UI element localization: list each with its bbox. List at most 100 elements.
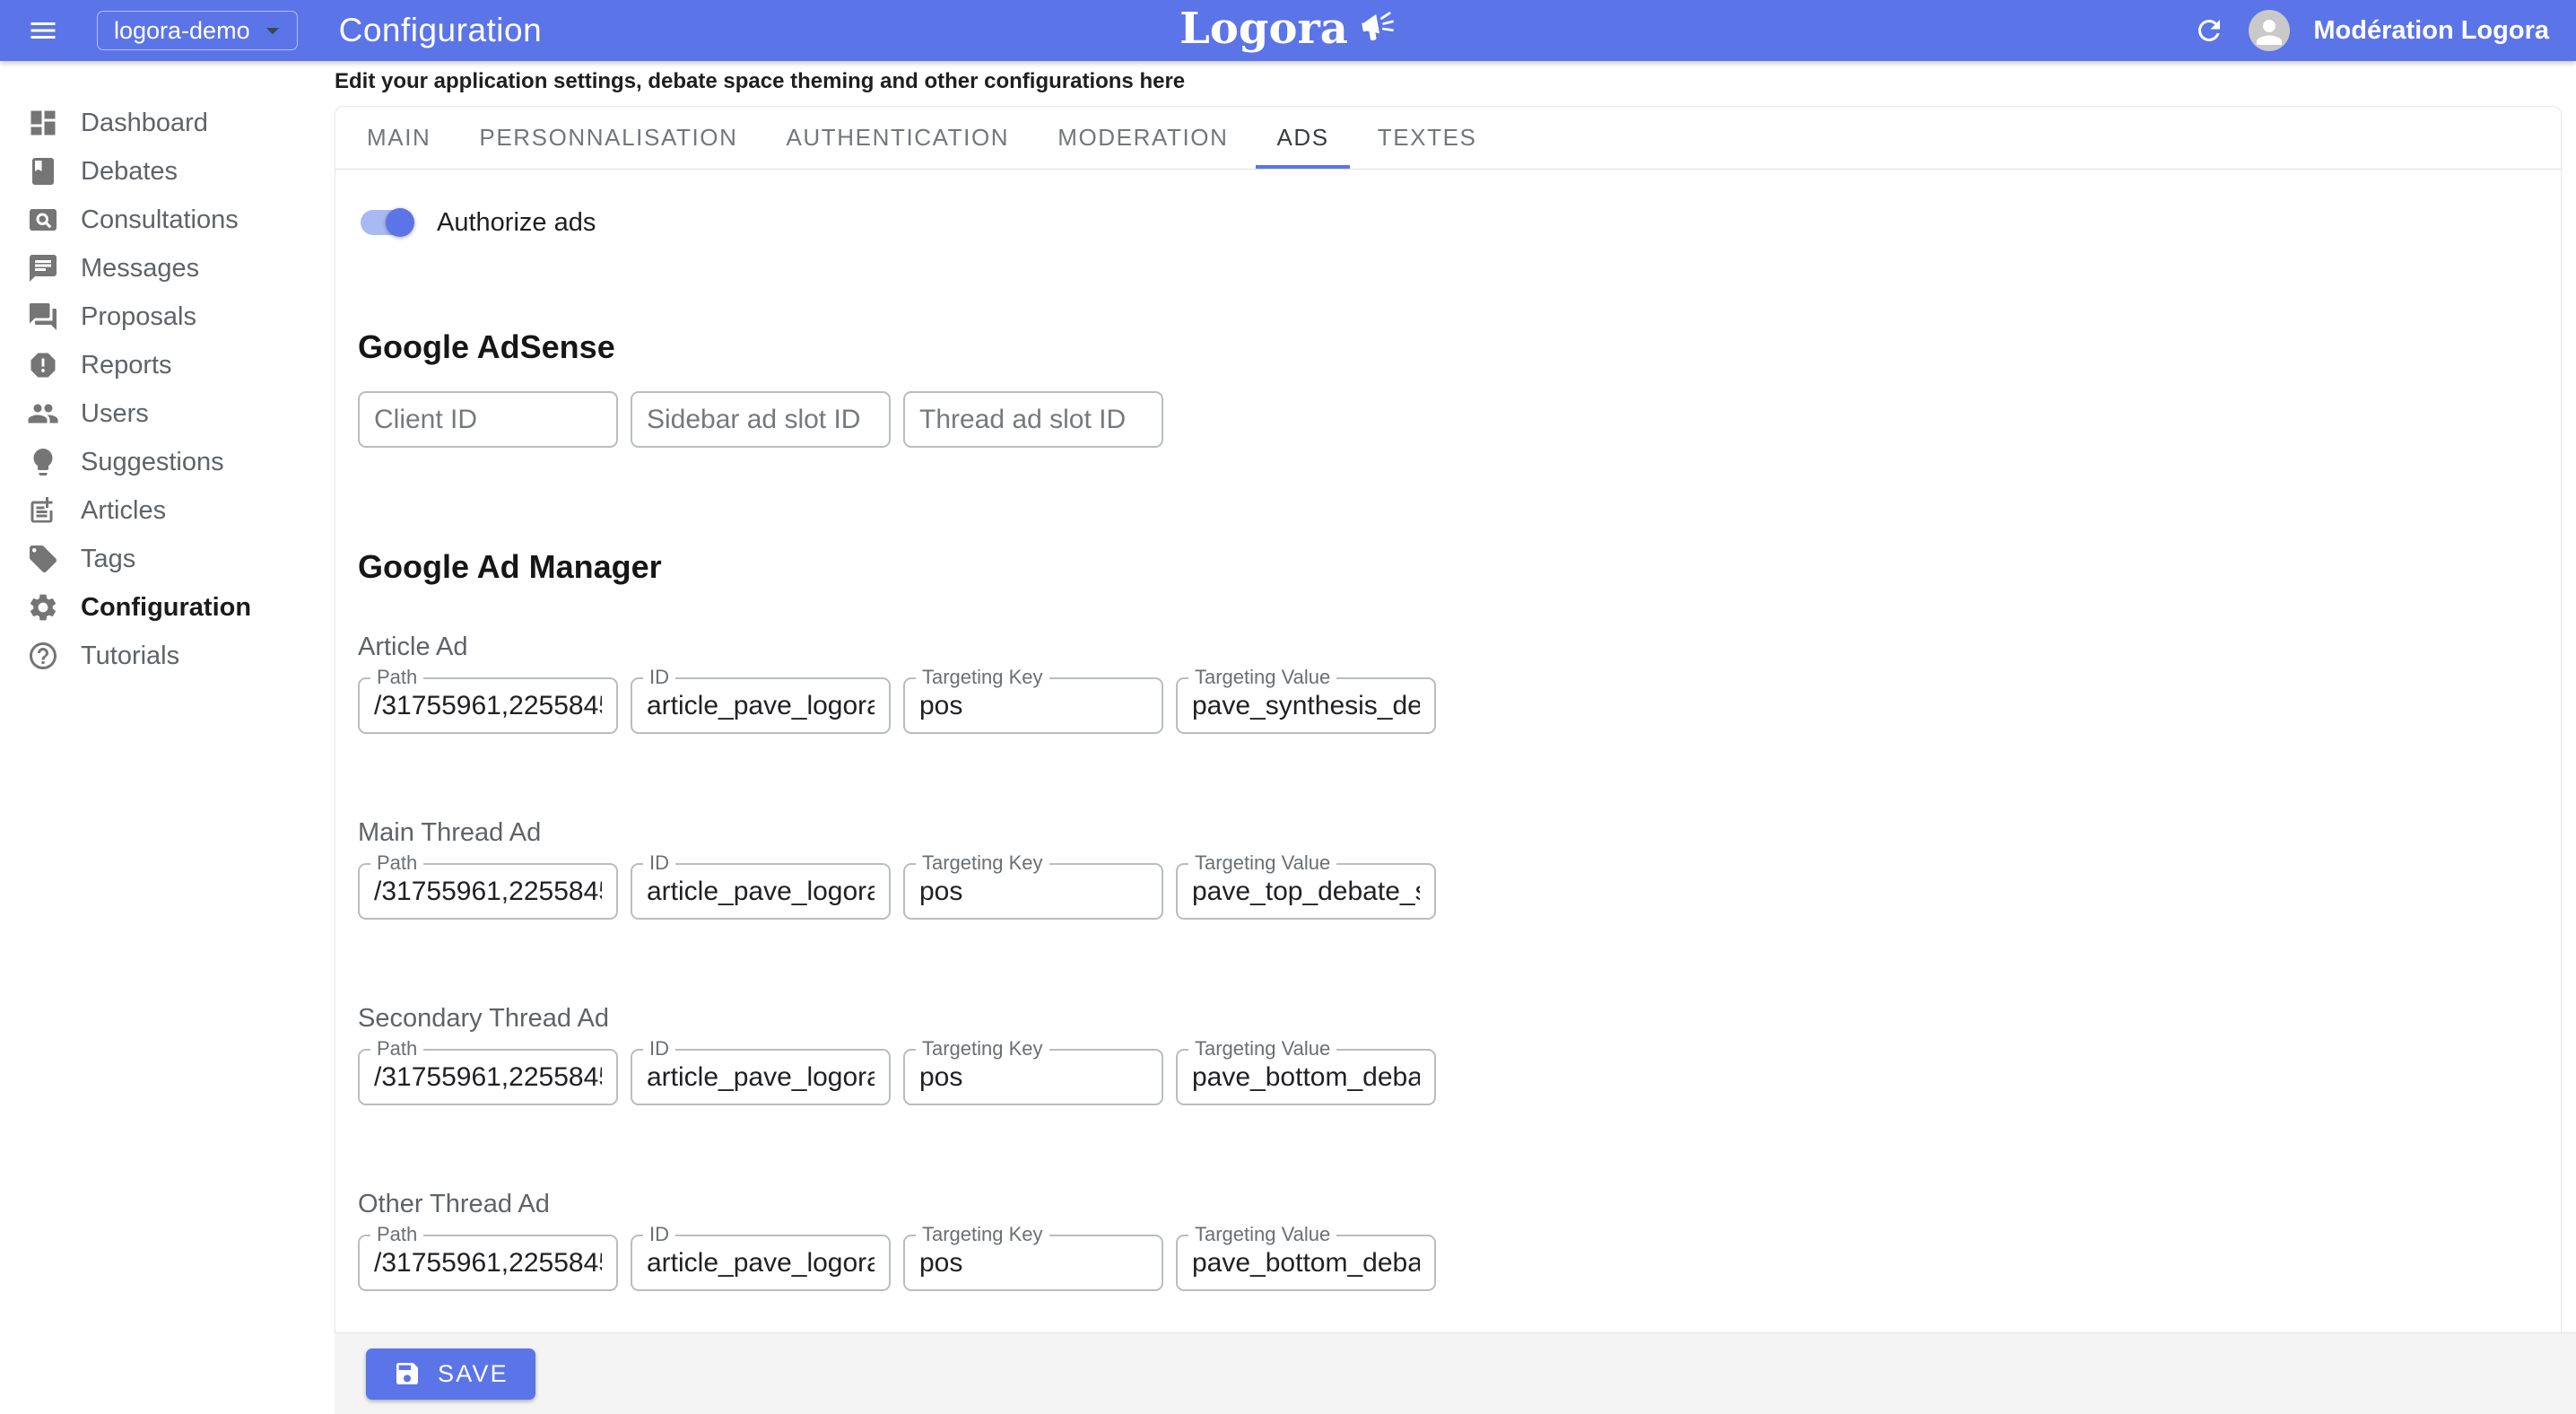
- tab-moderation[interactable]: MODERATION: [1033, 107, 1252, 169]
- sidebar-item-label: Dashboard: [81, 109, 208, 138]
- outlined-field: Targeting Key: [903, 863, 1163, 920]
- field-label: Targeting Key: [916, 666, 1049, 689]
- sidebar-item-proposals[interactable]: Proposals: [0, 292, 335, 341]
- field-label: Targeting Value: [1188, 666, 1336, 689]
- outlined-field: Path: [358, 1235, 618, 1291]
- subsection-title: Secondary Thread Ad: [358, 1004, 2561, 1034]
- sidebar-item-reports[interactable]: Reports: [0, 341, 335, 389]
- outlined-field: Targeting Value: [1176, 1049, 1436, 1105]
- report-icon: [27, 349, 59, 381]
- client-id-input[interactable]: [358, 391, 618, 448]
- logora-logo: Logora: [1179, 4, 1397, 54]
- sidebar-item-configuration[interactable]: Configuration: [0, 583, 335, 632]
- layout: Dashboard Debates Consultations Messages…: [0, 61, 2576, 1414]
- subsection-title: Other Thread Ad: [358, 1190, 2561, 1219]
- outlined-field: ID: [631, 863, 891, 920]
- avatar[interactable]: [2249, 10, 2290, 51]
- other-thread-ad-fields: Path ID Targeting Key: [358, 1235, 2561, 1291]
- sidebar-item-tutorials[interactable]: Tutorials: [0, 632, 335, 680]
- outlined-field: Targeting Key: [903, 1049, 1163, 1105]
- subsection-title: Main Thread Ad: [358, 818, 2561, 848]
- forum-icon: [27, 301, 59, 333]
- outlined-field: ID: [631, 1235, 891, 1291]
- page-title: Configuration: [339, 12, 543, 49]
- sidebar-item-consultations[interactable]: Consultations: [0, 196, 335, 244]
- field-label: Path: [370, 1037, 423, 1060]
- outlined-field: Path: [358, 1049, 618, 1105]
- tab-bar: MAIN PERSONNALISATION AUTHENTICATION MOD…: [335, 107, 2561, 170]
- page-subtitle: Edit your application settings, debate s…: [335, 69, 2576, 94]
- megaphone-icon: [1355, 4, 1399, 48]
- field-label: Targeting Key: [916, 1223, 1049, 1246]
- save-button[interactable]: SAVE: [366, 1349, 535, 1400]
- field-label: Path: [370, 851, 423, 875]
- outlined-field: Targeting Value: [1176, 863, 1436, 920]
- chat-icon: [27, 252, 59, 284]
- ads-tab-panel: Authorize ads Google AdSense: [335, 199, 2561, 1291]
- adsense-field: [358, 391, 618, 448]
- menu-icon[interactable]: [27, 14, 59, 47]
- sidebar-item-suggestions[interactable]: Suggestions: [0, 438, 335, 486]
- outlined-field: Targeting Key: [903, 677, 1163, 734]
- sidebar-item-debates[interactable]: Debates: [0, 147, 335, 196]
- sidebar-item-label: Proposals: [81, 302, 196, 332]
- field-label: ID: [643, 666, 675, 689]
- sidebar: Dashboard Debates Consultations Messages…: [0, 61, 335, 1414]
- article-ad-section: Article Ad Path ID Targeting K: [358, 633, 2561, 734]
- sidebar-item-label: Suggestions: [81, 448, 224, 477]
- article-ad-fields: Path ID Targeting Key: [358, 677, 2561, 734]
- sidebar-item-label: Consultations: [81, 205, 239, 235]
- save-button-label: SAVE: [438, 1360, 509, 1388]
- field-label: Path: [370, 666, 423, 689]
- book-icon: [27, 155, 59, 188]
- person-icon: [2250, 13, 2288, 51]
- field-label: Targeting Key: [916, 1037, 1049, 1060]
- sidebar-item-tags[interactable]: Tags: [0, 535, 335, 583]
- other-thread-ad-section: Other Thread Ad Path ID Target: [358, 1190, 2561, 1291]
- user-name: Modération Logora: [2313, 16, 2549, 46]
- ad-manager-section-title: Google Ad Manager: [358, 548, 2561, 586]
- users-icon: [27, 397, 59, 430]
- outlined-field: Targeting Value: [1176, 677, 1436, 734]
- sidebar-item-articles[interactable]: Articles: [0, 486, 335, 535]
- authorize-ads-toggle[interactable]: [361, 210, 412, 235]
- sidebar-item-label: Tutorials: [81, 642, 179, 671]
- tab-main[interactable]: MAIN: [343, 107, 455, 169]
- toggle-thumb: [386, 208, 414, 237]
- field-label: Path: [370, 1223, 423, 1246]
- logo-text: Logora: [1179, 4, 1348, 54]
- dashboard-icon: [27, 107, 59, 139]
- outlined-field: ID: [631, 1049, 891, 1105]
- space-selector-dropdown[interactable]: logora-demo: [97, 11, 298, 50]
- space-selector-label: logora-demo: [114, 17, 250, 45]
- secondary-thread-ad-section: Secondary Thread Ad Path ID Ta: [358, 1004, 2561, 1105]
- gear-icon: [27, 591, 59, 624]
- refresh-icon[interactable]: [2193, 14, 2225, 47]
- tab-authentication[interactable]: AUTHENTICATION: [761, 107, 1033, 169]
- page-search-icon: [27, 204, 59, 236]
- sidebar-item-label: Messages: [81, 254, 199, 284]
- sidebar-item-label: Articles: [81, 496, 166, 526]
- outlined-field: Path: [358, 863, 618, 920]
- field-label: ID: [643, 1037, 675, 1060]
- thread-ad-slot-id-input[interactable]: [903, 391, 1163, 448]
- sidebar-item-messages[interactable]: Messages: [0, 244, 335, 292]
- sidebar-ad-slot-id-input[interactable]: [631, 391, 891, 448]
- sidebar-item-users[interactable]: Users: [0, 389, 335, 438]
- outlined-field: Path: [358, 677, 618, 734]
- adsense-fields: [358, 391, 2561, 448]
- tab-personnalisation[interactable]: PERSONNALISATION: [455, 107, 761, 169]
- field-label: Targeting Value: [1188, 851, 1336, 875]
- outlined-field: Targeting Value: [1176, 1235, 1436, 1291]
- topbar-actions: Modération Logora: [2193, 10, 2549, 51]
- adsense-field: [903, 391, 1163, 448]
- sidebar-item-label: Reports: [81, 351, 172, 380]
- post-add-icon: [27, 494, 59, 527]
- tab-ads[interactable]: ADS: [1252, 107, 1353, 169]
- help-icon: [27, 640, 59, 672]
- tab-textes[interactable]: TEXTES: [1353, 107, 1501, 169]
- sidebar-item-label: Configuration: [81, 593, 251, 623]
- save-icon: [393, 1359, 422, 1388]
- sidebar-item-dashboard[interactable]: Dashboard: [0, 99, 335, 147]
- field-label: Targeting Value: [1188, 1223, 1336, 1246]
